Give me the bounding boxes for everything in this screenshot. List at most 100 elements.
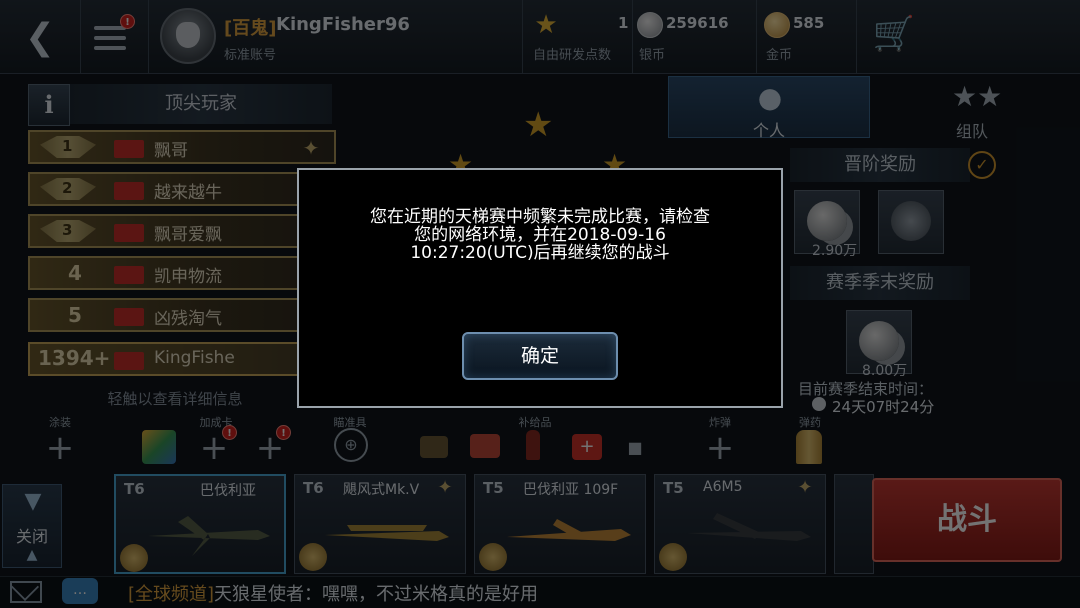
player-name: 飘哥爱飘 [154, 225, 222, 245]
leaderboard-row[interactable]: 1 飘哥 ✦ [28, 130, 336, 164]
plane-tier: T6 [124, 480, 145, 498]
divider [856, 0, 857, 74]
mail-icon[interactable] [10, 581, 42, 603]
slot-label-ammo: 弹药 [799, 416, 821, 429]
leaderboard-hint: 轻触以查看详细信息 [107, 390, 243, 408]
gold-value[interactable]: 585 [793, 14, 824, 32]
silver-stack-icon [807, 201, 847, 241]
silver-value[interactable]: 259616 [666, 14, 729, 32]
flag-icon [114, 182, 144, 200]
add-bombs-button[interactable]: + [700, 428, 740, 468]
plane-tier: T6 [303, 479, 324, 497]
plane-image [148, 516, 270, 556]
season-end-time: 24天07时24分 [832, 398, 935, 416]
rank-wings-icon: 1 [40, 136, 96, 158]
info-button[interactable]: i [28, 84, 70, 126]
player-name[interactable]: KingFisher96 [276, 14, 410, 35]
emblem-icon: ✦ [797, 477, 813, 498]
booster-badge: ! [222, 425, 237, 440]
lock-icon: ■ [627, 438, 643, 457]
gold-label: 金币 [766, 48, 793, 63]
emblem-icon: ✦ [302, 136, 320, 160]
rank-number: 4 [68, 261, 82, 285]
dialog-message-line: 您在近期的天梯赛中频繁未完成比赛，请检查 [370, 207, 710, 227]
rank-medal-icon [479, 543, 507, 571]
ammo-box-icon[interactable] [420, 436, 448, 458]
silver-label: 银币 [639, 48, 666, 63]
my-name: KingFishe [154, 348, 235, 368]
plane-card[interactable]: T6 巴伐利亚 [114, 474, 286, 574]
flag-icon [114, 352, 144, 370]
tab-personal[interactable]: ● 个人 [668, 76, 870, 140]
add-skin-button[interactable]: + [40, 428, 80, 468]
avatar[interactable] [160, 8, 216, 64]
rank-medal-icon [120, 544, 148, 572]
advance-reward-value: 2.90万 [812, 243, 858, 259]
tab-label: 个人 [752, 121, 785, 140]
shop-cart-icon[interactable]: 🛒 [872, 14, 916, 54]
divider [148, 0, 149, 74]
warning-dialog: 您在近期的天梯赛中频繁未完成比赛，请检查 您的网络环境，并在2018-09-16… [297, 168, 783, 408]
chat-channel: [全球频道] [128, 584, 215, 605]
plane-card[interactable]: T5 巴伐利亚 109F [474, 474, 646, 574]
rank-number: 3 [62, 221, 73, 239]
rank-wings-icon: 3 [40, 220, 96, 242]
confirm-button[interactable]: 确定 [462, 332, 618, 380]
slot-label-supplies: 补给品 [518, 416, 552, 429]
plane-name: 飓风式Mk.V [343, 482, 420, 498]
divider [632, 0, 633, 74]
plane-name: A6M5 [703, 479, 743, 495]
season-reward-value: 8.00万 [862, 363, 908, 379]
leaderboard-row[interactable]: 5 凶残淘气 ✦ [28, 298, 336, 332]
back-arrow-icon: ❮ [24, 17, 56, 58]
divider [522, 0, 523, 74]
my-leaderboard-row[interactable]: 1394+ KingFishe [28, 342, 304, 376]
chevron-up-icon: ▲ [26, 547, 38, 563]
plane-image [325, 525, 449, 541]
flag-icon [114, 140, 144, 158]
plane-name: 巴伐利亚 109F [523, 482, 619, 498]
battle-button[interactable]: 战斗 [872, 478, 1062, 562]
bullets-icon[interactable] [796, 430, 822, 464]
filter-icon: ▼ [24, 489, 42, 514]
plane-tier: T5 [663, 479, 684, 497]
medkit-icon[interactable]: + [572, 434, 602, 460]
menu-button[interactable]: ! [88, 14, 135, 56]
plane-card[interactable]: T6 飓风式Mk.V ✦ [294, 474, 466, 574]
extinguisher-icon[interactable] [526, 430, 540, 460]
player-name: 飘哥 [154, 141, 188, 161]
rank-number: 5 [68, 303, 82, 327]
emblem-icon: ✦ [437, 477, 453, 498]
filter-close-button[interactable]: ▼ 关闭 ▲ [2, 484, 62, 568]
clan-tag: [百鬼] [224, 18, 277, 39]
account-type: 标准账号 [224, 48, 277, 63]
flag-icon [114, 308, 144, 326]
season-reward-title: 赛季季末奖励 [790, 266, 970, 300]
divider [80, 0, 81, 74]
person-icon: ● [757, 81, 783, 114]
booster-card-icon[interactable] [142, 430, 176, 464]
chat-icon[interactable]: … [62, 578, 98, 604]
research-star-icon: ★ [534, 10, 558, 40]
menu-icon-bar [94, 46, 126, 50]
research-points-label: 自由研发点数 [533, 48, 612, 63]
back-button[interactable]: ❮ [12, 18, 68, 58]
leaderboard-row[interactable]: 2 越来越牛 ✦ [28, 172, 336, 206]
flag-icon [114, 224, 144, 242]
tab-label: 组队 [955, 122, 988, 141]
research-points-value: 1 [618, 14, 629, 32]
chat-message-line[interactable]: [全球频道]天狼星使者：嘿嘿，不过米格真的是好用 [128, 580, 538, 606]
advance-reward-title: 晋阶奖励 [790, 148, 970, 182]
leaderboard-row[interactable]: 3 飘哥爱飘 ✦ [28, 214, 336, 248]
leaderboard-row[interactable]: 4 凯申物流 ✦ [28, 256, 336, 290]
plane-card-partial[interactable] [834, 474, 874, 574]
plane-card[interactable]: T5 A6M5 ✦ [654, 474, 826, 574]
crosshair-icon[interactable]: ⊕ [334, 428, 368, 462]
check-icon: ✓ [968, 151, 996, 179]
rank-number: 1 [62, 137, 73, 155]
plane-image [507, 519, 631, 541]
toolbox-icon[interactable] [470, 434, 500, 458]
plane-name: 巴伐利亚 [200, 483, 256, 499]
dialog-message-line: 您的网络环境，并在2018-09-16 [414, 225, 666, 245]
advance-reward-emblem[interactable] [878, 190, 944, 254]
